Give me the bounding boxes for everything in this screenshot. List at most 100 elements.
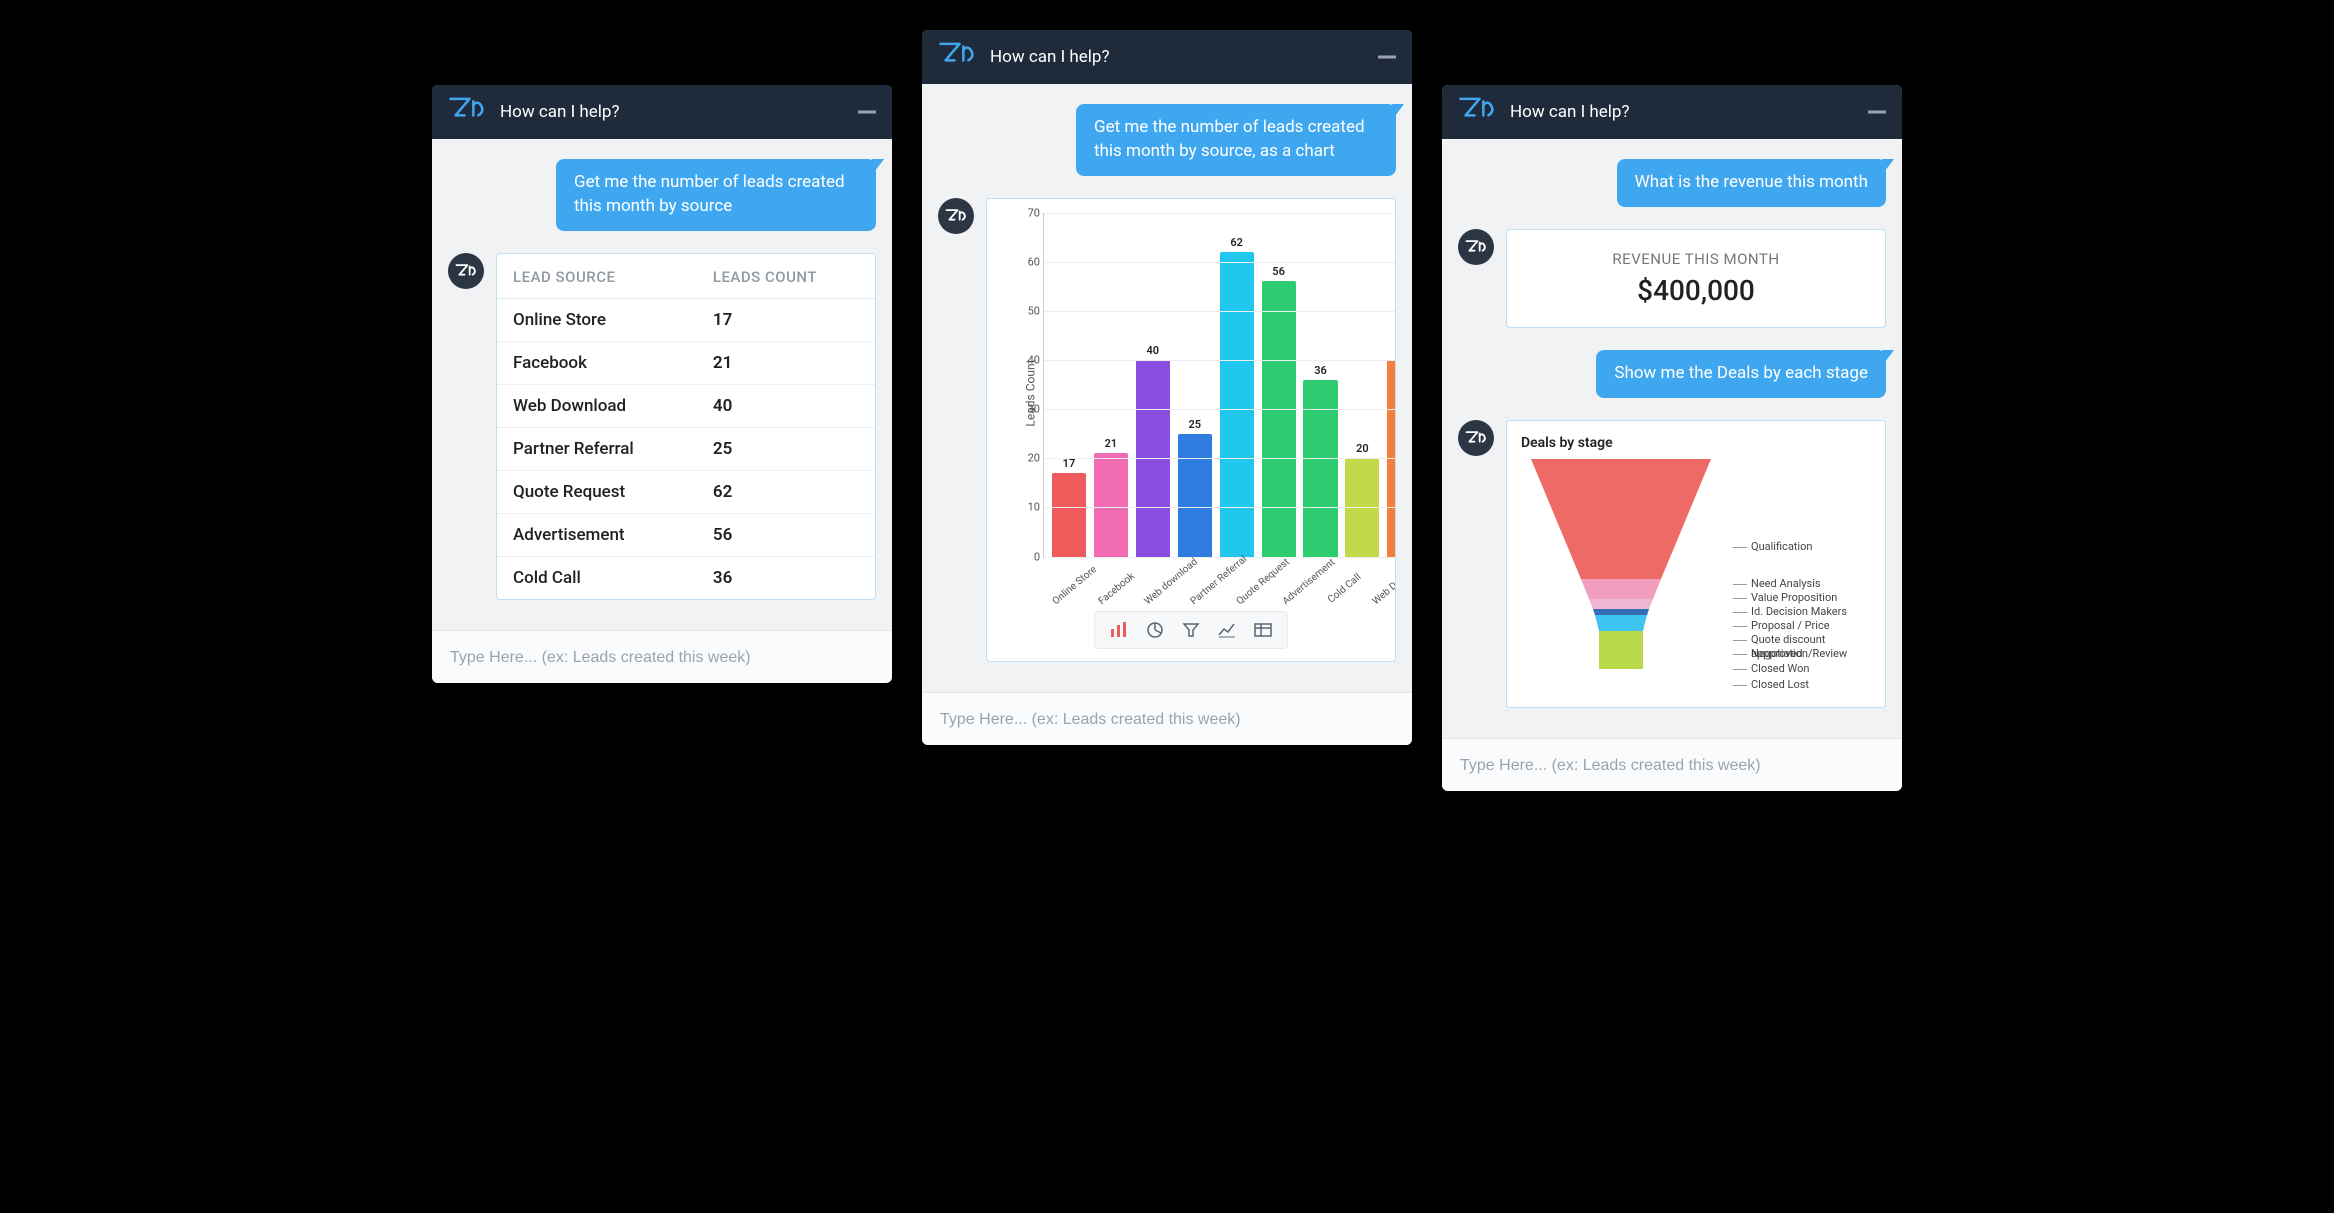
bot-response-row: LEAD SOURCE LEADS COUNT Online Store17Fa… <box>448 253 876 600</box>
gridline <box>1044 458 1396 459</box>
bar: 36 <box>1302 364 1340 557</box>
minimize-button[interactable] <box>1868 111 1886 114</box>
revenue-card: REVENUE THIS MONTH $400,000 <box>1506 229 1886 328</box>
bar-rect <box>1220 252 1254 557</box>
input-bar <box>922 692 1412 745</box>
zia-logo <box>448 94 486 131</box>
ytick-label: 0 <box>1016 550 1040 563</box>
bar: 40 <box>1385 344 1396 557</box>
bot-response-row: Deals by stage QualificationNeed Analysi… <box>1458 420 1886 708</box>
chat-panel-table: How can I help? Get me the number of lea… <box>432 85 892 683</box>
xtick-label: Partner Referral <box>1189 571 1228 606</box>
chat-input[interactable] <box>1460 757 1884 775</box>
xtick-label: Facebook <box>1097 571 1136 606</box>
xtick-label: Online Store <box>1051 571 1090 606</box>
cell-count: 40 <box>697 384 875 427</box>
gridline <box>1044 311 1396 312</box>
chat-panel-chart: How can I help? Get me the number of lea… <box>922 30 1412 745</box>
cell-count: 21 <box>697 341 875 384</box>
bar-chart: 172140256256362040 010203040506070 Onlin… <box>1015 213 1396 573</box>
cell-count: 62 <box>697 470 875 513</box>
minimize-button[interactable] <box>1378 56 1396 59</box>
gridline <box>1044 262 1396 263</box>
bar-value-label: 36 <box>1314 364 1327 377</box>
bar: 62 <box>1218 236 1256 557</box>
zia-avatar <box>448 253 484 289</box>
ytick-label: 60 <box>1016 255 1040 268</box>
bar: 40 <box>1134 344 1172 557</box>
cell-count: 17 <box>697 298 875 341</box>
table-card: LEAD SOURCE LEADS COUNT Online Store17Fa… <box>496 253 876 600</box>
chat-header: How can I help? <box>432 85 892 139</box>
bar-value-label: 25 <box>1188 418 1201 431</box>
funnel-legend: QualificationNeed AnalysisValue Proposit… <box>1733 459 1871 693</box>
cell-source: Facebook <box>497 341 697 384</box>
table-row: Partner Referral25 <box>497 427 875 470</box>
line-chart-icon[interactable] <box>1213 618 1241 642</box>
zia-avatar <box>938 198 974 234</box>
funnel-legend-item: Qualification <box>1733 517 1871 577</box>
user-message: Show me the Deals by each stage <box>1596 350 1886 398</box>
revenue-title: REVENUE THIS MONTH <box>1525 250 1867 268</box>
messages-area: Get me the number of leads created this … <box>432 139 892 630</box>
chat-input[interactable] <box>450 649 874 667</box>
funnel-legend-item: Proposal / Price <box>1733 619 1871 633</box>
cell-source: Advertisement <box>497 513 697 556</box>
funnel-legend-item: Closed Lost <box>1733 677 1871 693</box>
gridline <box>1044 557 1396 558</box>
funnel-legend-item: Quote discount appproved <box>1733 633 1871 647</box>
chat-input[interactable] <box>940 711 1394 729</box>
user-message: Get me the number of leads created this … <box>1076 104 1396 176</box>
gridline <box>1044 360 1396 361</box>
gridline <box>1044 409 1396 410</box>
table-row: Cold Call36 <box>497 556 875 599</box>
xtick-label: Quote Request <box>1235 571 1274 606</box>
bar-rect <box>1262 281 1296 556</box>
funnel-chart <box>1521 459 1721 693</box>
messages-area: Get me the number of leads created this … <box>922 84 1412 692</box>
cell-count: 36 <box>697 556 875 599</box>
xtick-label: Web download <box>1143 571 1182 606</box>
table-row: Web Download40 <box>497 384 875 427</box>
funnel-legend-item: Value Proposition <box>1733 591 1871 605</box>
chat-header: How can I help? <box>922 30 1412 84</box>
bar-value-label: 56 <box>1272 265 1285 278</box>
bar: 25 <box>1176 418 1214 557</box>
cell-source: Online Store <box>497 298 697 341</box>
table-icon[interactable] <box>1249 618 1277 642</box>
funnel-icon[interactable] <box>1177 618 1205 642</box>
gridline <box>1044 213 1396 214</box>
pie-chart-icon[interactable] <box>1141 618 1169 642</box>
ytick-label: 30 <box>1016 403 1040 416</box>
xtick-label: Advertisement <box>1281 571 1320 606</box>
revenue-amount: $400,000 <box>1525 274 1867 307</box>
bot-response-row: REVENUE THIS MONTH $400,000 <box>1458 229 1886 328</box>
ytick-label: 70 <box>1016 206 1040 219</box>
input-bar <box>1442 738 1902 791</box>
bar-rect <box>1052 473 1086 557</box>
cell-source: Web Download <box>497 384 697 427</box>
bar: 21 <box>1092 437 1130 556</box>
table-row: Quote Request62 <box>497 470 875 513</box>
zia-avatar <box>1458 229 1494 265</box>
cell-source: Partner Referral <box>497 427 697 470</box>
cell-count: 56 <box>697 513 875 556</box>
funnel-card: Deals by stage QualificationNeed Analysi… <box>1506 420 1886 708</box>
gridline <box>1044 507 1396 508</box>
chart-card: Leads Count 172140256256362040 010203040… <box>986 198 1396 662</box>
minimize-button[interactable] <box>858 111 876 114</box>
user-message: Get me the number of leads created this … <box>556 159 876 231</box>
bar: 56 <box>1260 265 1298 556</box>
user-message: What is the revenue this month <box>1617 159 1886 207</box>
cell-count: 25 <box>697 427 875 470</box>
bar-value-label: 20 <box>1356 442 1369 455</box>
ytick-label: 40 <box>1016 354 1040 367</box>
header-title: How can I help? <box>500 102 620 122</box>
bot-response-row: Leads Count 172140256256362040 010203040… <box>938 198 1396 662</box>
zia-logo <box>938 39 976 76</box>
funnel-legend-item: Need Analysis <box>1733 577 1871 591</box>
bar-rect <box>1303 380 1337 557</box>
header-title: How can I help? <box>990 47 1110 67</box>
col-source: LEAD SOURCE <box>497 254 697 299</box>
bar-chart-icon[interactable] <box>1105 618 1133 642</box>
